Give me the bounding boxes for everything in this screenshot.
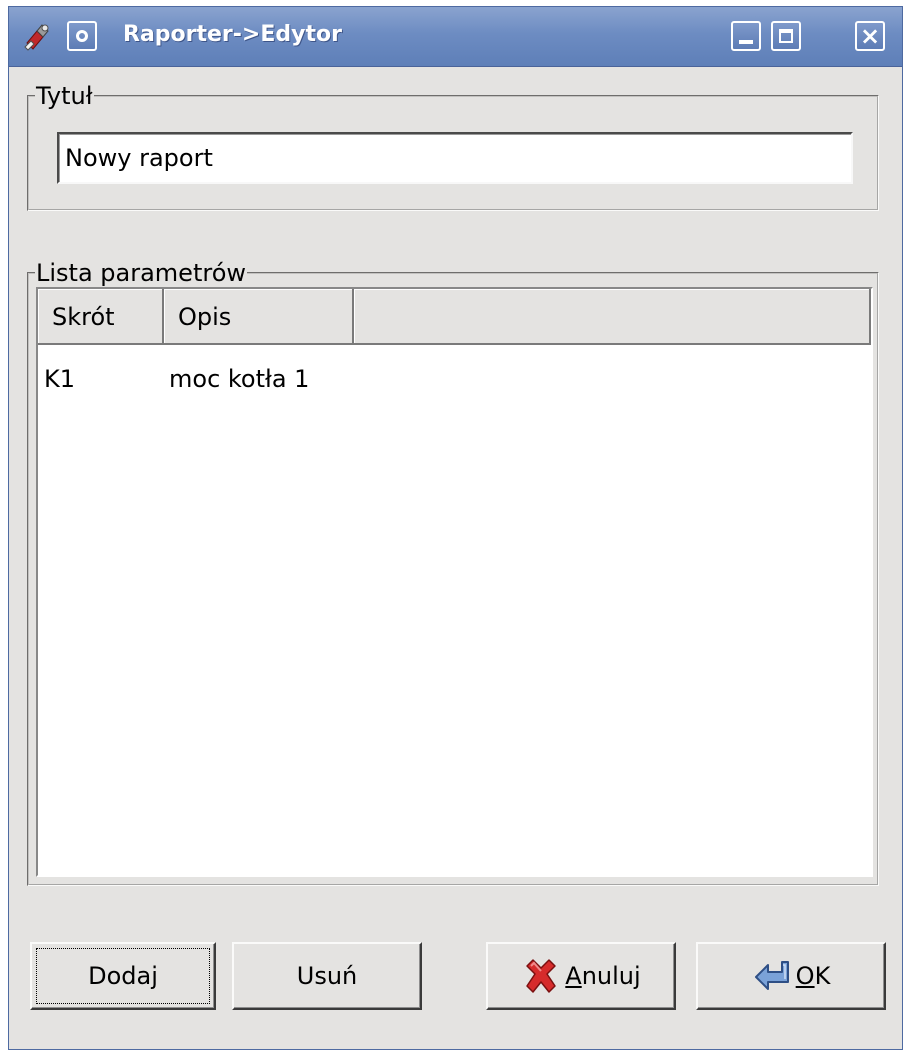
column-header-skrot[interactable]: Skrót bbox=[38, 289, 164, 345]
report-title-input[interactable] bbox=[57, 132, 853, 184]
ok-button[interactable]: OK bbox=[696, 942, 886, 1010]
title-bar[interactable]: Raporter->Edytor × bbox=[9, 7, 902, 67]
column-header-opis[interactable]: Opis bbox=[164, 289, 354, 345]
minimize-button[interactable] bbox=[731, 21, 761, 51]
parameters-list[interactable]: Skrót Opis K1 moc kotła 1 bbox=[36, 287, 873, 877]
close-icon: × bbox=[859, 22, 881, 50]
add-button-label: Dodaj bbox=[88, 962, 158, 990]
maximize-button[interactable] bbox=[771, 21, 801, 51]
list-item[interactable]: K1 moc kotła 1 bbox=[38, 359, 871, 399]
title-group-label: Tytuł bbox=[36, 82, 93, 110]
red-x-icon bbox=[526, 959, 557, 993]
add-button[interactable]: Dodaj bbox=[30, 942, 216, 1010]
app-icon[interactable] bbox=[21, 21, 53, 53]
remove-button[interactable]: Usuń bbox=[232, 942, 422, 1010]
enter-arrow-icon bbox=[754, 961, 789, 990]
cell-opis: moc kotła 1 bbox=[169, 365, 310, 393]
window-menu-icon[interactable] bbox=[67, 21, 97, 51]
cancel-button[interactable]: Anuluj bbox=[486, 942, 676, 1010]
ok-button-label: OK bbox=[795, 962, 831, 990]
close-button[interactable]: × bbox=[855, 21, 885, 51]
window-title: Raporter->Edytor bbox=[123, 22, 342, 47]
cancel-button-label: Anuluj bbox=[565, 962, 641, 990]
column-header-filler bbox=[354, 289, 871, 345]
params-group-label: Lista parametrów bbox=[36, 259, 247, 287]
list-header: Skrót Opis bbox=[38, 289, 871, 345]
remove-button-label: Usuń bbox=[296, 962, 358, 990]
cell-skrot: K1 bbox=[44, 365, 76, 393]
